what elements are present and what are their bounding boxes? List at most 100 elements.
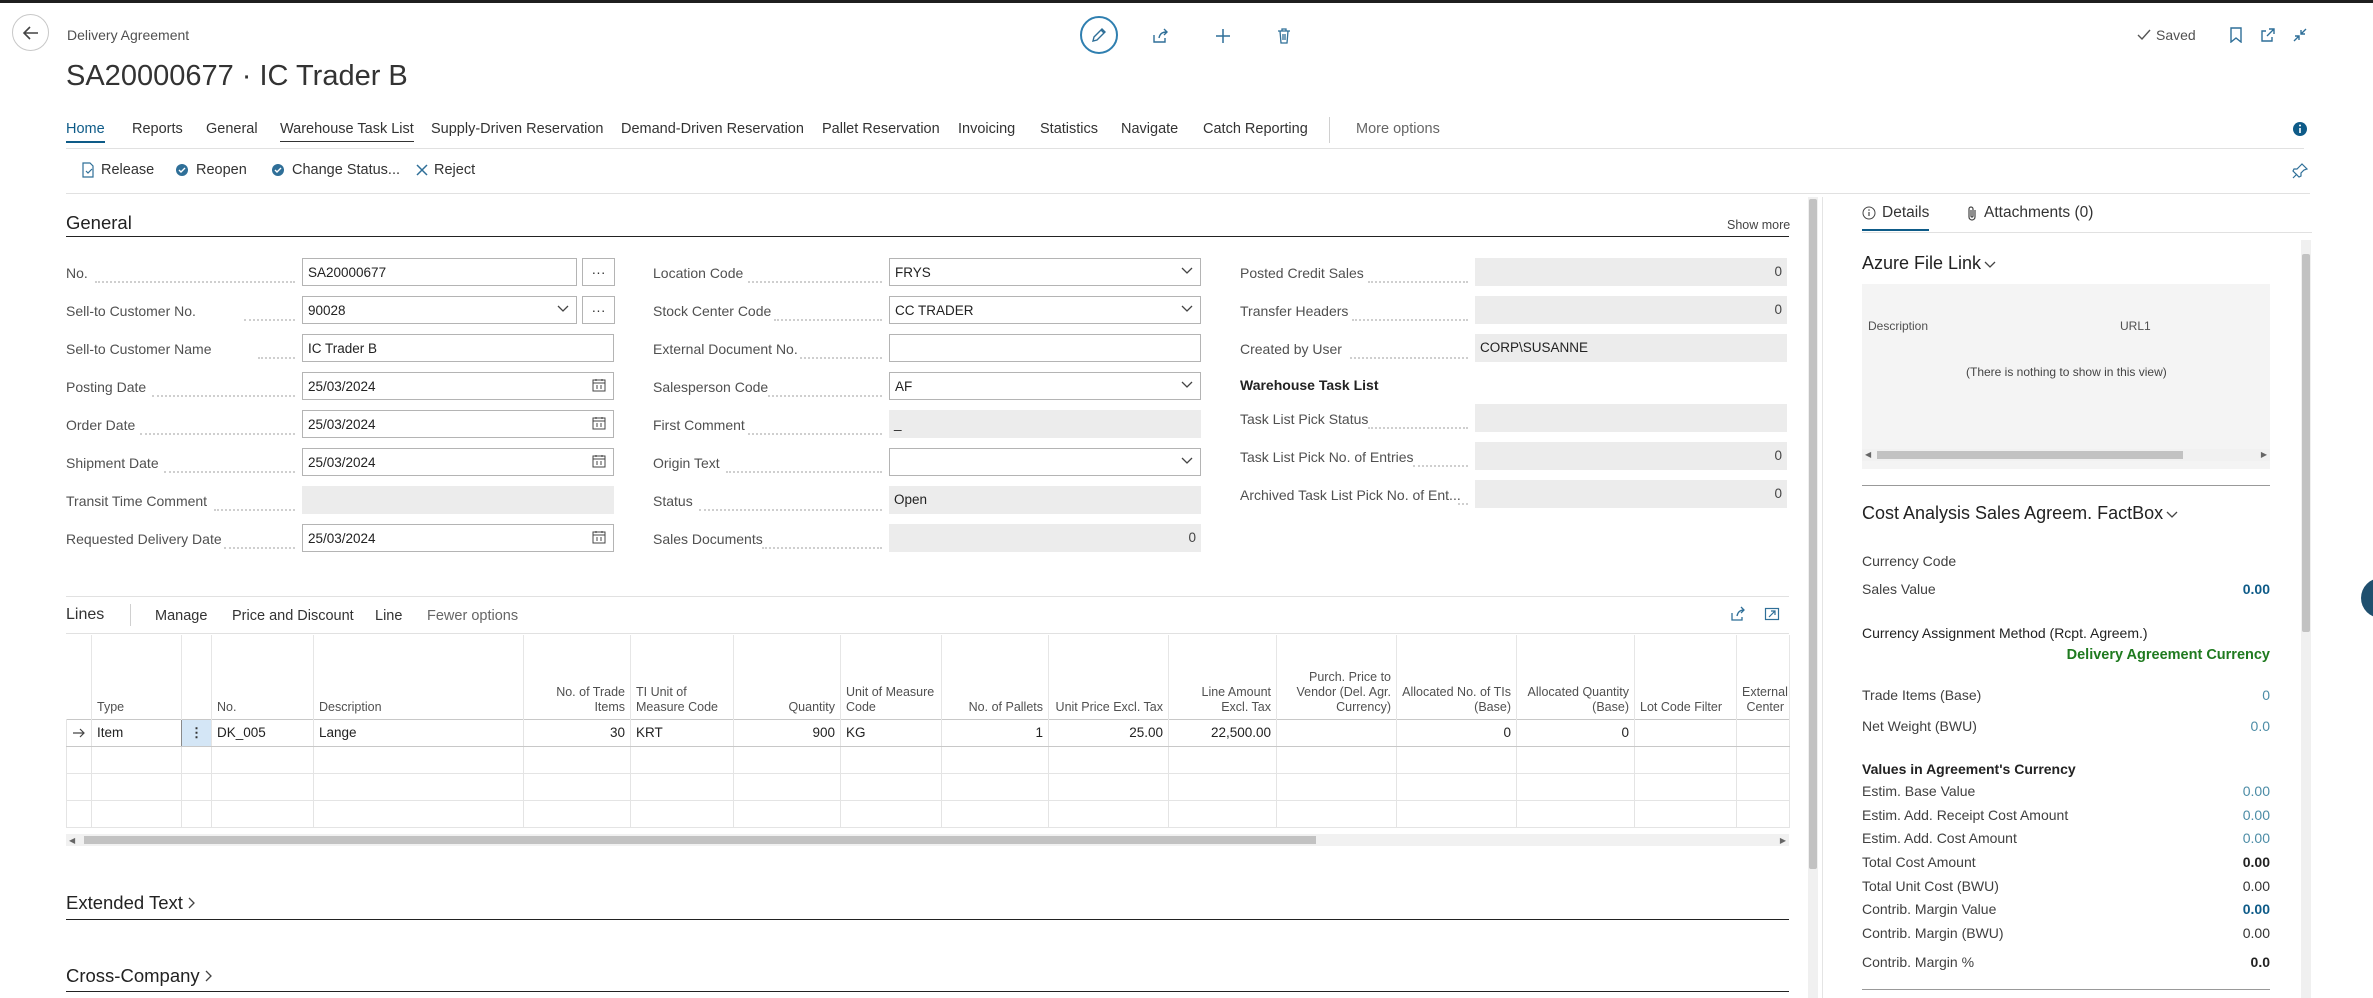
main-scrollbar[interactable]: [1808, 197, 1818, 998]
lines-fewer-options-button[interactable]: Fewer options: [427, 608, 518, 624]
archived-task-list-pick-entries-field[interactable]: 0: [1475, 480, 1787, 508]
lines-line-button[interactable]: Line: [375, 608, 402, 624]
col-type[interactable]: Type: [91, 635, 182, 719]
col-allocated-no-of-tis[interactable]: Allocated No. of TIs (Base): [1396, 635, 1517, 719]
sell-to-customer-assist-button[interactable]: ···: [582, 296, 615, 324]
tab-statistics[interactable]: Statistics: [1040, 121, 1098, 141]
shipment-date-field[interactable]: 25/03/2024: [302, 448, 614, 476]
cost-analysis-title[interactable]: Cost Analysis Sales Agreem. FactBox: [1862, 503, 2178, 524]
cell-lot-code-filter[interactable]: [1634, 718, 1737, 747]
transfer-headers-field[interactable]: 0: [1475, 296, 1787, 324]
chevron-down-icon[interactable]: [1181, 378, 1193, 390]
tab-demand-driven-reservation[interactable]: Demand-Driven Reservation: [621, 121, 804, 141]
task-list-pick-entries-field[interactable]: 0: [1475, 442, 1787, 470]
collapse-button[interactable]: [2289, 24, 2311, 46]
edit-button[interactable]: [1080, 16, 1118, 54]
lines-scrollbar-thumb[interactable]: [84, 836, 1316, 844]
origin-text-field[interactable]: [889, 448, 1201, 476]
estim-base-value[interactable]: 0.00: [2243, 783, 2270, 799]
factbox-tab-attachments[interactable]: Attachments (0): [1966, 204, 2093, 229]
table-row[interactable]: [66, 799, 1790, 828]
sell-to-customer-no-field[interactable]: 90028: [302, 296, 577, 324]
cell-allocated-quantity[interactable]: 0: [1516, 718, 1635, 747]
lines-title[interactable]: Lines: [66, 606, 104, 624]
table-row[interactable]: [66, 745, 1790, 774]
table-row[interactable]: Item ⋮ DK_005 Lange 30 KRT 900 KG 1 25.0…: [66, 718, 1790, 747]
chevron-down-icon[interactable]: [1181, 454, 1193, 466]
requested-delivery-date-field[interactable]: 25/03/2024: [302, 524, 614, 552]
tab-reports[interactable]: Reports: [132, 121, 183, 141]
tab-general[interactable]: General: [206, 121, 258, 141]
sales-value[interactable]: 0.00: [2243, 581, 2270, 597]
table-row[interactable]: [66, 772, 1790, 801]
row-selector[interactable]: [66, 718, 92, 747]
bookmark-button[interactable]: [2225, 24, 2247, 46]
scroll-left-icon[interactable]: ◀: [69, 836, 75, 845]
factbox-tab-details[interactable]: Details: [1862, 204, 1930, 231]
col-unit-price[interactable]: Unit Price Excl. Tax: [1048, 635, 1169, 719]
col-no-of-trade-items[interactable]: No. of Trade Items: [523, 635, 631, 719]
col-external-center[interactable]: External Center: [1736, 635, 1790, 719]
chevron-down-icon[interactable]: [1181, 302, 1193, 314]
show-more-link[interactable]: Show more: [1727, 218, 1790, 232]
salesperson-code-field[interactable]: AF: [889, 372, 1201, 400]
tab-pallet-reservation[interactable]: Pallet Reservation: [822, 121, 940, 141]
extended-text-section[interactable]: Extended Text: [66, 892, 196, 914]
col-quantity[interactable]: Quantity: [733, 635, 841, 719]
external-document-no-field[interactable]: [889, 334, 1201, 362]
chevron-down-icon[interactable]: [557, 302, 569, 314]
no-field[interactable]: SA20000677: [302, 258, 577, 286]
azure-col-url[interactable]: URL1: [2120, 319, 2151, 333]
cell-quantity[interactable]: 900: [733, 718, 841, 747]
col-ti-unit-of-measure[interactable]: TI Unit of Measure Code: [630, 635, 734, 719]
back-button[interactable]: [12, 14, 49, 51]
cell-type[interactable]: Item: [91, 718, 182, 747]
cell-line-amount[interactable]: 22,500.00: [1168, 718, 1277, 747]
cell-purch-price-to-vendor[interactable]: [1276, 718, 1397, 747]
general-section-title[interactable]: General: [66, 212, 132, 234]
azure-scrollbar-thumb[interactable]: [1877, 451, 2183, 459]
calendar-icon[interactable]: [592, 454, 606, 468]
cell-unit-of-measure[interactable]: KG: [840, 718, 942, 747]
main-scrollbar-thumb[interactable]: [1809, 199, 1817, 869]
cell-no-of-pallets[interactable]: 1: [941, 718, 1049, 747]
tab-more-options[interactable]: More options: [1356, 121, 1440, 141]
share-button[interactable]: [1148, 24, 1172, 48]
tab-supply-driven-reservation[interactable]: Supply-Driven Reservation: [431, 121, 603, 141]
release-button[interactable]: Release: [81, 162, 154, 178]
no-assist-button[interactable]: ···: [582, 258, 615, 286]
posted-credit-sales-field[interactable]: 0: [1475, 258, 1787, 286]
cell-ti-unit-of-measure[interactable]: KRT: [630, 718, 734, 747]
col-no[interactable]: No.: [211, 635, 314, 719]
col-no-of-pallets[interactable]: No. of Pallets: [941, 635, 1049, 719]
cell-unit-price[interactable]: 25.00: [1048, 718, 1169, 747]
calendar-icon[interactable]: [592, 416, 606, 430]
change-status-button[interactable]: Change Status...: [270, 162, 400, 178]
cell-no-of-trade-items[interactable]: 30: [523, 718, 631, 747]
tab-navigate[interactable]: Navigate: [1121, 121, 1178, 141]
reopen-button[interactable]: Reopen: [174, 162, 247, 178]
contrib-margin-value[interactable]: 0.00: [2243, 901, 2270, 917]
col-description[interactable]: Description: [313, 635, 524, 719]
lines-horizontal-scrollbar[interactable]: ◀ ▶: [66, 834, 1789, 846]
cross-company-section[interactable]: Cross-Company: [66, 965, 213, 987]
cell-external-center[interactable]: [1736, 718, 1790, 747]
open-new-window-button[interactable]: [2257, 24, 2279, 46]
col-line-amount[interactable]: Line Amount Excl. Tax: [1168, 635, 1277, 719]
cell-no[interactable]: DK_005: [211, 718, 314, 747]
estim-add-receipt-cost-value[interactable]: 0.00: [2243, 807, 2270, 823]
new-button[interactable]: [1211, 24, 1235, 48]
scroll-right-icon[interactable]: ▶: [1780, 836, 1786, 845]
tab-invoicing[interactable]: Invoicing: [958, 121, 1015, 141]
azure-file-link-title[interactable]: Azure File Link: [1862, 253, 1996, 274]
scroll-right-icon[interactable]: ▶: [2261, 450, 2267, 459]
cell-allocated-no-of-tis[interactable]: 0: [1396, 718, 1517, 747]
info-button[interactable]: [2290, 119, 2310, 139]
row-menu-button[interactable]: ⋮: [181, 718, 212, 747]
posting-date-field[interactable]: 25/03/2024: [302, 372, 614, 400]
col-unit-of-measure[interactable]: Unit of Measure Code: [840, 635, 942, 719]
col-purch-price-to-vendor[interactable]: Purch. Price to Vendor (Del. Agr. Curren…: [1276, 635, 1397, 719]
chevron-down-icon[interactable]: [1181, 264, 1193, 276]
estim-add-cost-value[interactable]: 0.00: [2243, 830, 2270, 846]
tab-home[interactable]: Home: [66, 121, 105, 143]
